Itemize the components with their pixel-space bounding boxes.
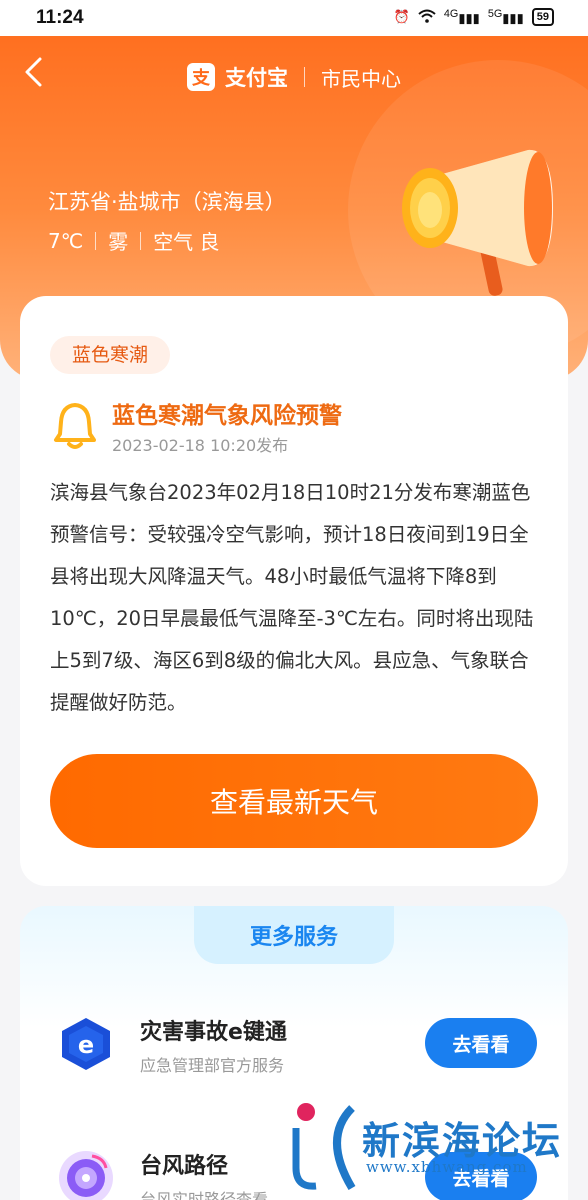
typhoon-icon — [56, 1148, 116, 1200]
forum-watermark: 新滨海论坛 www.xbhwang.com — [292, 1098, 582, 1198]
weather-divider — [95, 231, 97, 250]
alert-published-time: 2023-02-18 10:20发布 — [112, 436, 289, 455]
more-services-title: 更多服务 — [194, 906, 394, 964]
bell-icon — [50, 400, 100, 450]
alert-title: 蓝色寒潮气象风险预警 — [112, 403, 342, 429]
service-name: 灾害事故e键通 — [140, 1020, 287, 1045]
service-desc: 台风实时路径查看 — [140, 1190, 269, 1200]
alert-card: 蓝色寒潮 蓝色寒潮气象风险预警 2023-02-18 10:20发布 滨海县气象… — [20, 296, 568, 886]
brand-name: 支付宝 — [225, 66, 288, 90]
megaphone-icon — [402, 149, 553, 296]
e-key-shield-icon: e — [56, 1014, 116, 1074]
wifi-icon — [418, 9, 436, 26]
alert-tag: 蓝色寒潮 — [50, 336, 171, 374]
section-title: 市民中心 — [321, 66, 401, 91]
alarm-icon: ⏰ — [393, 9, 410, 25]
watermark-url: www.xbhwang.com — [366, 1158, 528, 1176]
brand-divider — [304, 67, 305, 87]
alipay-logo-icon: 支 — [187, 63, 215, 91]
forum-logo-icon — [292, 1103, 356, 1191]
weather-divider — [140, 231, 142, 250]
view-latest-weather-button[interactable]: 查看最新天气 — [50, 754, 538, 848]
watermark-text: 新滨海论坛 — [362, 1118, 563, 1163]
status-bar: 11:24 ⏰ 4G▮▮▮ 5G▮▮▮ 59 — [0, 0, 588, 36]
alert-body: 滨海县气象台2023年02月18日10时21分发布寒潮蓝色预警信号：受较强冷空气… — [50, 481, 534, 714]
status-icons: ⏰ 4G▮▮▮ 5G▮▮▮ 59 — [393, 8, 554, 27]
top-nav: 支 支付宝 市民中心 — [0, 36, 588, 116]
air-quality: 空气 良 — [153, 230, 220, 254]
status-time: 11:24 — [36, 7, 84, 28]
temperature: 7℃ — [48, 228, 84, 253]
location-text: 江苏省·盐城市（滨海县） — [48, 190, 286, 214]
battery-icon: 59 — [531, 8, 554, 27]
svg-text:e: e — [78, 1031, 94, 1059]
weather-condition: 雾 — [108, 230, 129, 254]
signal-icon-5g: 5G▮▮▮ — [487, 8, 524, 26]
service-item-disaster[interactable]: e 灾害事故e键通 应急管理部官方服务 去看看 — [20, 990, 568, 1100]
nav-brand: 支 支付宝 市民中心 — [0, 62, 588, 92]
go-see-button[interactable]: 去看看 — [425, 1018, 537, 1068]
signal-icon-4g: 4G▮▮▮ — [443, 8, 480, 26]
weather-summary: 7℃ 雾 空气 良 — [48, 226, 220, 255]
service-name: 台风路径 — [140, 1154, 229, 1179]
service-desc: 应急管理部官方服务 — [140, 1056, 285, 1075]
